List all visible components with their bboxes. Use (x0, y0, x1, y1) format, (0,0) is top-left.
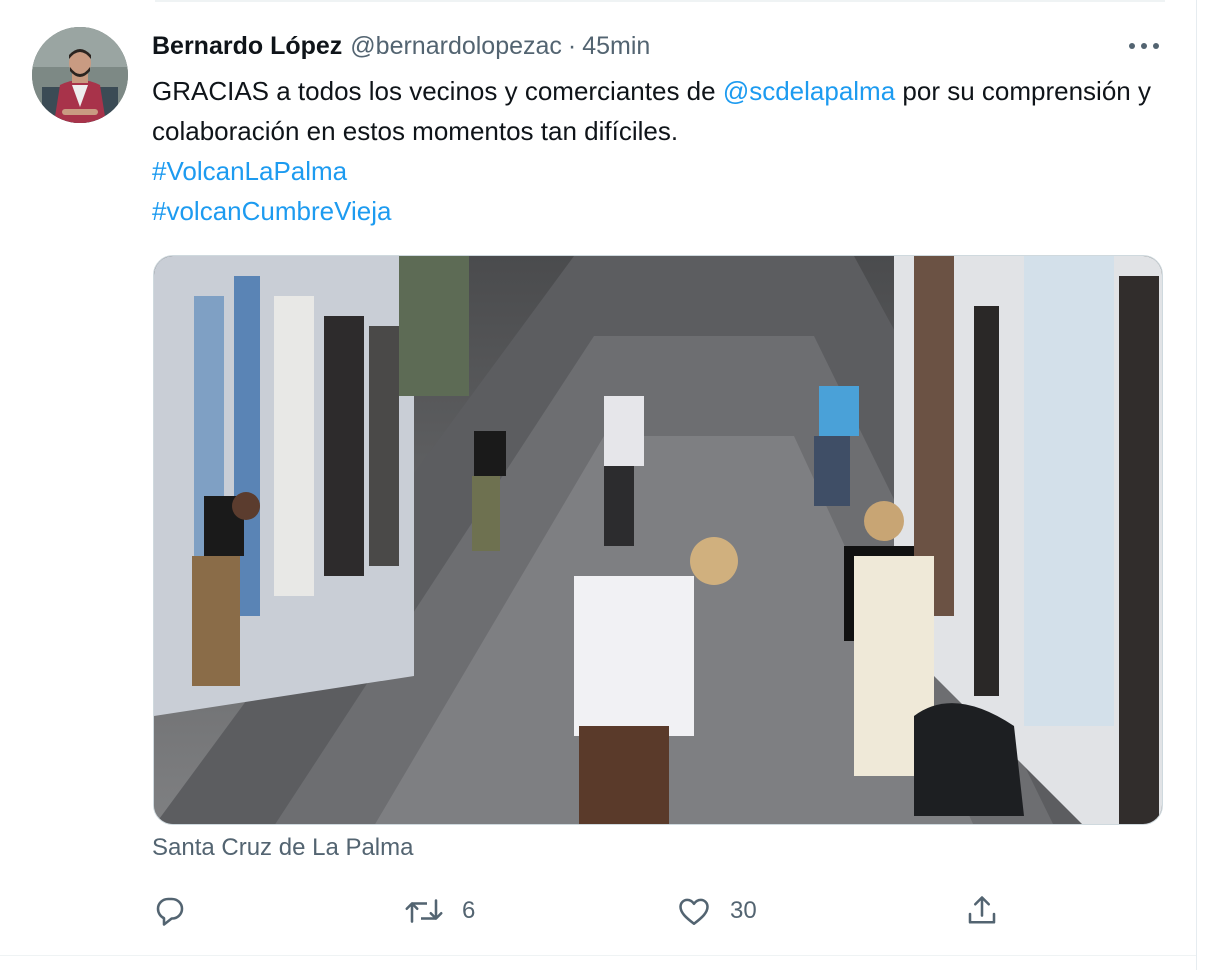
separator-dot: · (567, 31, 577, 60)
tweet-text-part: GRACIAS a todos los vecinos y comerciant… (152, 76, 723, 106)
reply-button[interactable] (152, 886, 188, 936)
share-button[interactable] (964, 886, 1000, 936)
author-name[interactable]: Bernardo López (152, 32, 342, 61)
hashtag-link[interactable]: #VolcanLaPalma (152, 151, 1162, 191)
retweet-icon (405, 899, 443, 923)
tweet-photo[interactable] (153, 255, 1163, 825)
bottom-divider (0, 955, 1196, 956)
retweet-button[interactable]: 6 (404, 886, 475, 936)
heart-icon (679, 898, 709, 926)
tweet-text: GRACIAS a todos los vecinos y comerciant… (152, 71, 1162, 231)
location-caption[interactable]: Santa Cruz de La Palma (152, 834, 413, 862)
author-handle[interactable]: @bernardolopezac (350, 32, 562, 61)
author-avatar[interactable] (32, 27, 128, 123)
tweet-header: Bernardo López @bernardolopezac · 45min (152, 28, 650, 64)
more-icon (1129, 43, 1159, 49)
more-options-button[interactable] (1124, 30, 1164, 62)
right-border (1196, 0, 1197, 970)
tweet-timestamp[interactable]: 45min (582, 32, 650, 61)
hashtag-link[interactable]: #volcanCumbreVieja (152, 191, 1162, 231)
top-divider (155, 0, 1165, 2)
like-button[interactable]: 30 (676, 886, 757, 936)
tweet-action-bar: 6 30 (0, 886, 1196, 936)
like-count: 30 (730, 897, 757, 924)
retweet-count: 6 (462, 897, 476, 924)
reply-icon (156, 897, 184, 926)
mention-link[interactable]: @scdelapalma (723, 76, 895, 106)
share-icon (968, 896, 996, 924)
